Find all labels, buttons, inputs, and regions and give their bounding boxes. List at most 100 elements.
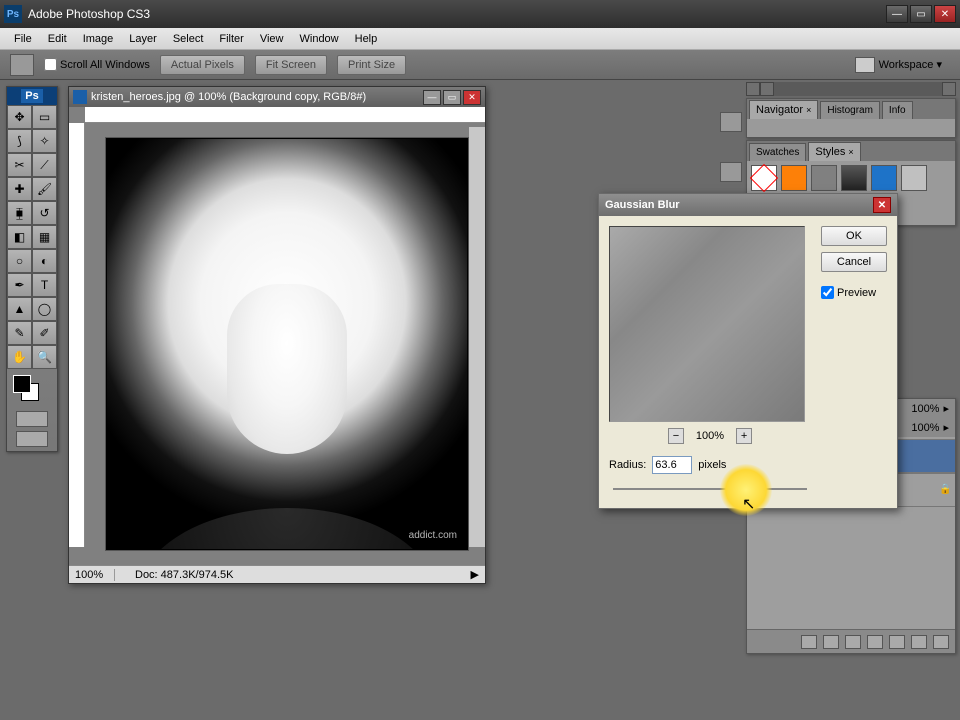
crop-tool[interactable]: ✂ (7, 153, 32, 177)
radius-input[interactable] (652, 456, 692, 474)
toolbox-header[interactable]: Ps (7, 87, 57, 105)
dock-strip[interactable] (746, 82, 956, 96)
preview-checkbox[interactable]: Preview (821, 286, 887, 299)
doc-close-button[interactable]: ✕ (463, 90, 481, 105)
history-brush-tool[interactable]: ↺ (32, 201, 57, 225)
layer-style-icon[interactable] (823, 635, 839, 649)
dock-collapse-right-icon[interactable] (942, 82, 956, 96)
canvas-image (107, 139, 467, 549)
style-swatch[interactable] (841, 165, 867, 191)
actual-pixels-button[interactable]: Actual Pixels (160, 55, 245, 75)
print-size-button[interactable]: Print Size (337, 55, 406, 75)
menu-view[interactable]: View (252, 30, 292, 48)
shape-tool[interactable]: ◯ (32, 297, 57, 321)
zoom-tool[interactable]: 🔍 (32, 345, 57, 369)
stamp-tool[interactable]: ⧯ (7, 201, 32, 225)
new-layer-icon[interactable] (911, 635, 927, 649)
screenmode-button[interactable] (16, 431, 48, 447)
eraser-tool[interactable]: ◧ (7, 225, 32, 249)
dock-expand-icon[interactable] (760, 82, 774, 96)
fill-arrow-icon[interactable]: ▸ (943, 421, 949, 434)
cancel-button[interactable]: Cancel (821, 252, 887, 272)
doc-maximize-button[interactable]: ▭ (443, 90, 461, 105)
horizontal-ruler[interactable] (85, 107, 485, 123)
ok-button[interactable]: OK (821, 226, 887, 246)
lasso-tool[interactable]: ⟆ (7, 129, 32, 153)
notes-tool[interactable]: ✎ (7, 321, 32, 345)
type-tool[interactable]: T (32, 273, 57, 297)
workspace-menu[interactable]: Workspace ▾ (847, 54, 950, 76)
minimize-button[interactable]: — (886, 5, 908, 23)
menu-edit[interactable]: Edit (40, 30, 75, 48)
tab-styles[interactable]: Styles× (808, 142, 860, 161)
pen-tool[interactable]: ✒ (7, 273, 32, 297)
style-swatch[interactable] (781, 165, 807, 191)
menu-filter[interactable]: Filter (211, 30, 251, 48)
dialog-titlebar[interactable]: Gaussian Blur ✕ (599, 194, 897, 216)
document-titlebar[interactable]: kristen_heroes.jpg @ 100% (Background co… (69, 87, 485, 107)
style-swatch[interactable] (871, 165, 897, 191)
tab-navigator[interactable]: Navigator× (749, 100, 818, 119)
trash-icon[interactable] (933, 635, 949, 649)
brush-tool[interactable]: 🖌 (32, 177, 57, 201)
tab-swatches[interactable]: Swatches (749, 143, 806, 161)
wand-tool[interactable]: ✧ (32, 129, 57, 153)
color-swatches[interactable] (11, 373, 53, 407)
menu-image[interactable]: Image (75, 30, 122, 48)
pixels-label: pixels (698, 459, 726, 471)
app-icon: Ps (4, 5, 22, 23)
slice-tool[interactable]: ⟋ (32, 153, 57, 177)
blur-preview[interactable] (609, 226, 805, 422)
scroll-all-checkbox[interactable]: Scroll All Windows (44, 58, 150, 71)
dock-minimized-icon[interactable] (720, 162, 742, 182)
opacity-arrow-icon[interactable]: ▸ (943, 402, 949, 415)
menu-file[interactable]: File (6, 30, 40, 48)
tab-info[interactable]: Info (882, 101, 913, 119)
heal-tool[interactable]: ✚ (7, 177, 32, 201)
menu-help[interactable]: Help (347, 30, 386, 48)
eyedropper-tool[interactable]: ✐ (32, 321, 57, 345)
dock-minimized-icon[interactable] (720, 112, 742, 132)
workspace-icon (855, 57, 875, 73)
dodge-tool[interactable]: ◐ (32, 249, 57, 273)
marquee-tool[interactable]: ▭ (32, 105, 57, 129)
maximize-button[interactable]: ▭ (910, 5, 932, 23)
menu-layer[interactable]: Layer (121, 30, 165, 48)
vertical-ruler[interactable] (69, 123, 85, 547)
watermark: addict.com (409, 530, 457, 541)
document-scrollbar[interactable] (469, 127, 485, 547)
close-button[interactable]: ✕ (934, 5, 956, 23)
style-swatch[interactable] (751, 165, 777, 191)
layer-mask-icon[interactable] (845, 635, 861, 649)
group-icon[interactable] (889, 635, 905, 649)
tab-histogram[interactable]: Histogram (820, 101, 880, 119)
menu-window[interactable]: Window (292, 30, 347, 48)
dock-collapse-left-icon[interactable] (746, 82, 760, 96)
zoom-out-button[interactable]: − (668, 428, 684, 444)
quickmask-button[interactable] (16, 411, 48, 427)
menu-select[interactable]: Select (165, 30, 212, 48)
gradient-tool[interactable]: ▦ (32, 225, 57, 249)
hand-tool[interactable]: ✋ (7, 345, 32, 369)
zoom-in-button[interactable]: + (736, 428, 752, 444)
document-canvas[interactable]: addict.com (107, 139, 467, 549)
foreground-color[interactable] (13, 375, 31, 393)
doc-zoom-field[interactable]: 100% (69, 569, 115, 581)
adjustment-layer-icon[interactable] (867, 635, 883, 649)
dialog-close-button[interactable]: ✕ (873, 197, 891, 213)
doc-minimize-button[interactable]: — (423, 90, 441, 105)
radius-slider[interactable] (609, 480, 811, 498)
blur-tool[interactable]: ○ (7, 249, 32, 273)
link-layers-icon[interactable] (801, 635, 817, 649)
doc-info[interactable]: Doc: 487.3K/974.5K (115, 569, 465, 581)
menu-bar: File Edit Image Layer Select Filter View… (0, 28, 960, 50)
document-title: kristen_heroes.jpg @ 100% (Background co… (91, 91, 421, 103)
style-swatch[interactable] (901, 165, 927, 191)
fit-screen-button[interactable]: Fit Screen (255, 55, 327, 75)
style-swatch[interactable] (811, 165, 837, 191)
path-select-tool[interactable]: ▲ (7, 297, 32, 321)
lock-icon: 🔒 (939, 484, 951, 496)
move-tool[interactable]: ✥ (7, 105, 32, 129)
hand-tool-icon[interactable] (10, 54, 34, 76)
slider-thumb[interactable] (742, 483, 750, 495)
